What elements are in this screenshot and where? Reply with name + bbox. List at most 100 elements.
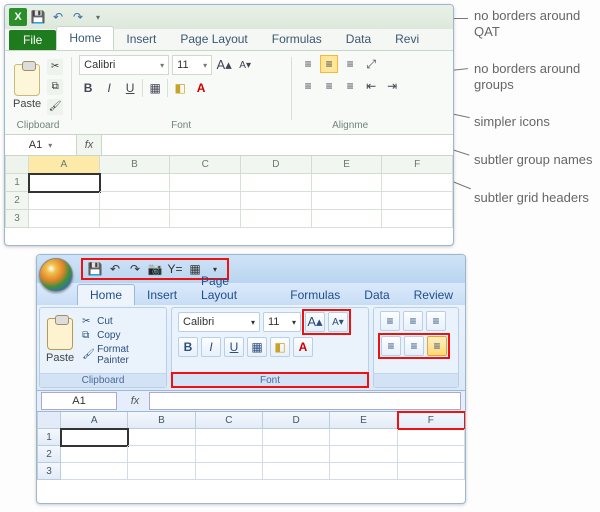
file-tab[interactable]: File bbox=[9, 30, 56, 50]
review-tab[interactable]: Revi bbox=[383, 28, 431, 50]
excel-logo-icon: X bbox=[9, 8, 27, 26]
cell[interactable] bbox=[29, 174, 100, 192]
increase-indent-icon[interactable]: ⇥ bbox=[383, 77, 401, 95]
row-header[interactable]: 3 bbox=[5, 210, 29, 228]
cut-button[interactable]: ✂Cut bbox=[82, 316, 160, 328]
copy-button[interactable]: ⧉Copy bbox=[82, 330, 160, 342]
col-header[interactable]: D bbox=[263, 412, 330, 429]
grow-font-icon[interactable]: A▴ bbox=[305, 312, 325, 332]
font-name-dropdown[interactable]: Calibri▾ bbox=[79, 55, 169, 75]
grow-font-icon[interactable]: A▴ bbox=[215, 56, 233, 74]
align-bottom-icon[interactable]: ≡ bbox=[426, 311, 446, 331]
align-center-icon[interactable]: ≡ bbox=[404, 336, 424, 356]
align-top-icon[interactable]: ≡ bbox=[380, 311, 400, 331]
col-header[interactable]: F bbox=[382, 156, 453, 174]
pagelayout-tab[interactable]: Page Layout bbox=[168, 28, 259, 50]
italic-button[interactable]: I bbox=[100, 79, 118, 97]
row-header[interactable]: 1 bbox=[37, 429, 61, 446]
formulas-tab[interactable]: Formulas bbox=[260, 28, 334, 50]
save-icon[interactable]: 💾 bbox=[31, 10, 45, 24]
align-bottom-icon[interactable]: ≡ bbox=[341, 55, 359, 73]
alignment-group-label: Alignme bbox=[299, 118, 401, 134]
bold-button[interactable]: B bbox=[178, 337, 198, 357]
print-preview-icon[interactable]: 📷 bbox=[147, 261, 163, 277]
formula-input[interactable] bbox=[101, 135, 453, 155]
save-icon[interactable]: 💾 bbox=[87, 261, 103, 277]
data-tab[interactable]: Data bbox=[352, 285, 401, 305]
orientation-icon[interactable]: ⤢ bbox=[362, 55, 380, 73]
pagelayout-tab[interactable]: Page Layout bbox=[189, 271, 278, 305]
row-header[interactable]: 1 bbox=[5, 174, 29, 192]
insert-tab[interactable]: Insert bbox=[114, 28, 168, 50]
format-painter-button[interactable]: 🖌Format Painter bbox=[82, 344, 160, 366]
col-header[interactable]: C bbox=[196, 412, 263, 429]
underline-button[interactable]: U bbox=[224, 337, 244, 357]
row-header[interactable]: 3 bbox=[37, 463, 61, 480]
col-header[interactable]: D bbox=[241, 156, 312, 174]
format-painter-icon[interactable]: 🖌 bbox=[47, 99, 63, 115]
home-tab[interactable]: Home bbox=[77, 284, 135, 305]
font-name-dropdown[interactable]: Calibri▾ bbox=[178, 312, 260, 332]
row-header[interactable]: 2 bbox=[5, 192, 29, 210]
border-button[interactable]: ▦ bbox=[247, 337, 267, 357]
paste-button[interactable]: Paste bbox=[13, 64, 41, 110]
annotation: subtler grid headers bbox=[474, 190, 594, 206]
align-right-icon[interactable]: ≡ bbox=[427, 336, 447, 356]
cell[interactable] bbox=[61, 429, 128, 446]
align-middle-icon[interactable]: ≡ bbox=[320, 55, 338, 73]
select-all-corner[interactable] bbox=[37, 412, 61, 429]
fill-color-button[interactable]: ◧ bbox=[171, 79, 189, 97]
align-left-icon[interactable]: ≡ bbox=[381, 336, 401, 356]
ribbon: Paste ✂Cut ⧉Copy 🖌Format Painter Clipboa… bbox=[37, 305, 465, 391]
redo-icon[interactable]: ↷ bbox=[71, 10, 85, 24]
align-left-icon[interactable]: ≡ bbox=[299, 77, 317, 95]
col-header[interactable]: A bbox=[29, 156, 100, 174]
name-box[interactable]: A1▾ bbox=[5, 135, 77, 155]
formulas-tab[interactable]: Formulas bbox=[278, 285, 352, 305]
align-center-icon[interactable]: ≡ bbox=[320, 77, 338, 95]
qat-dropdown-icon[interactable]: ▾ bbox=[91, 10, 105, 24]
underline-button[interactable]: U bbox=[121, 79, 139, 97]
col-header[interactable]: A bbox=[61, 412, 128, 429]
col-header[interactable]: C bbox=[170, 156, 241, 174]
align-right-icon[interactable]: ≡ bbox=[341, 77, 359, 95]
fx-label[interactable]: fx bbox=[121, 395, 149, 407]
font-size-dropdown[interactable]: 11▾ bbox=[172, 55, 212, 75]
fill-color-button[interactable]: ◧ bbox=[270, 337, 290, 357]
cut-icon[interactable]: ✂ bbox=[47, 59, 63, 75]
redo-icon[interactable]: ↷ bbox=[127, 261, 143, 277]
data-tab[interactable]: Data bbox=[334, 28, 383, 50]
font-color-button[interactable]: A bbox=[293, 337, 313, 357]
paste-button[interactable]: Paste bbox=[46, 318, 74, 364]
decrease-indent-icon[interactable]: ⇤ bbox=[362, 77, 380, 95]
font-color-button[interactable]: A bbox=[192, 79, 210, 97]
select-all-corner[interactable] bbox=[5, 156, 29, 174]
border-button[interactable]: ▦ bbox=[146, 79, 164, 97]
quick-print-icon[interactable]: Y= bbox=[167, 261, 183, 277]
italic-button[interactable]: I bbox=[201, 337, 221, 357]
copy-icon[interactable]: ⧉ bbox=[47, 79, 63, 95]
undo-icon[interactable]: ↶ bbox=[107, 261, 123, 277]
col-header[interactable]: B bbox=[100, 156, 171, 174]
bold-button[interactable]: B bbox=[79, 79, 97, 97]
col-header[interactable]: B bbox=[128, 412, 195, 429]
col-header[interactable]: F bbox=[398, 412, 465, 429]
shrink-font-icon[interactable]: A▾ bbox=[328, 312, 348, 332]
col-header[interactable]: E bbox=[312, 156, 383, 174]
row-header[interactable]: 2 bbox=[37, 446, 61, 463]
col-header[interactable]: E bbox=[330, 412, 397, 429]
font-size-dropdown[interactable]: 11▾ bbox=[263, 312, 301, 332]
ribbon-tabs: File Home Insert Page Layout Formulas Da… bbox=[5, 29, 453, 51]
home-tab[interactable]: Home bbox=[56, 26, 114, 50]
undo-icon[interactable]: ↶ bbox=[51, 10, 65, 24]
align-middle-icon[interactable]: ≡ bbox=[403, 311, 423, 331]
formula-input[interactable] bbox=[149, 392, 461, 410]
name-box[interactable]: A1 bbox=[41, 392, 117, 410]
align-top-icon[interactable]: ≡ bbox=[299, 55, 317, 73]
office-button-icon[interactable] bbox=[39, 258, 73, 292]
shrink-font-icon[interactable]: A▾ bbox=[236, 56, 254, 74]
fx-label[interactable]: fx bbox=[77, 139, 101, 151]
insert-tab[interactable]: Insert bbox=[135, 285, 189, 305]
ribbon-tabs: Home Insert Page Layout Formulas Data Re… bbox=[37, 283, 465, 305]
review-tab[interactable]: Review bbox=[402, 285, 465, 305]
